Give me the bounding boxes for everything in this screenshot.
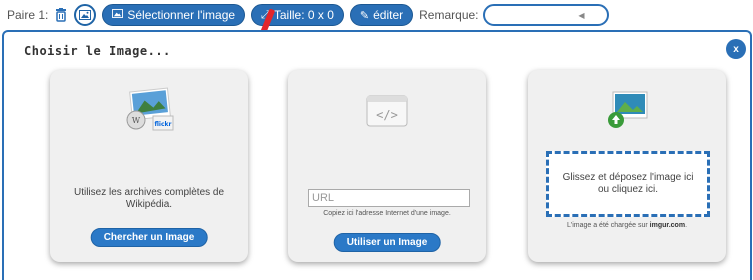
svg-text:W: W	[132, 116, 141, 125]
edit-label: éditer	[373, 8, 404, 22]
edit-button[interactable]: ✎ éditer	[349, 4, 414, 26]
remark-input[interactable]: ◀	[482, 4, 609, 26]
url-card: </> URL Copiez ici l'adresse Internet d'…	[288, 70, 486, 262]
code-icon: </>	[361, 86, 413, 136]
dialog-title: Choisir le Image...	[24, 44, 171, 58]
url-input[interactable]: URL	[308, 189, 470, 207]
close-button[interactable]: x	[726, 39, 746, 59]
select-image-label: Sélectionner l'image	[127, 8, 236, 22]
picture-icon	[112, 9, 124, 21]
svg-text:flickr: flickr	[154, 121, 171, 128]
svg-text:</>: </>	[376, 108, 398, 122]
image-preview-button[interactable]	[74, 4, 97, 26]
upload-note-prefix: L'image a été chargée sur	[566, 222, 648, 229]
wikipedia-card: W flickr Utilisez les archives complètes…	[50, 70, 248, 262]
use-image-button[interactable]: Utiliser un Image	[333, 233, 441, 252]
toolbar: Paire 1: Sélectionner l'image ⤢ Taille: …	[0, 0, 753, 30]
wikipedia-flickr-icon: W flickr	[123, 86, 175, 136]
upload-card: Glissez et déposez l'image ici ou clique…	[528, 70, 726, 262]
choose-image-dialog: Choisir le Image... x W flickr Utilisez …	[2, 30, 752, 280]
picture-icon	[79, 10, 92, 20]
select-image-button[interactable]: Sélectionner l'image	[102, 4, 246, 26]
upload-note-suffix: .	[685, 222, 688, 229]
wikipedia-description: Utilisez les archives complètes de Wikip…	[73, 187, 225, 210]
upload-note: L'image a été chargée sur imgur.com.	[528, 222, 726, 229]
url-hint: Copiez ici l'adresse Internet d'une imag…	[323, 210, 451, 217]
search-image-button[interactable]: Chercher un Image	[90, 228, 208, 247]
upload-note-site: imgur.com	[649, 222, 686, 229]
size-label: Taille: 0 x 0	[273, 8, 334, 22]
pair-label: Paire 1:	[7, 8, 49, 22]
drop-zone[interactable]: Glissez et déposez l'image ici ou clique…	[546, 151, 710, 217]
edit-icon: ✎	[359, 9, 370, 22]
upload-image-icon	[601, 86, 653, 136]
remark-label: Remarque:	[419, 8, 479, 22]
caret-left-icon: ◀	[578, 11, 585, 20]
trash-icon[interactable]	[54, 7, 68, 23]
